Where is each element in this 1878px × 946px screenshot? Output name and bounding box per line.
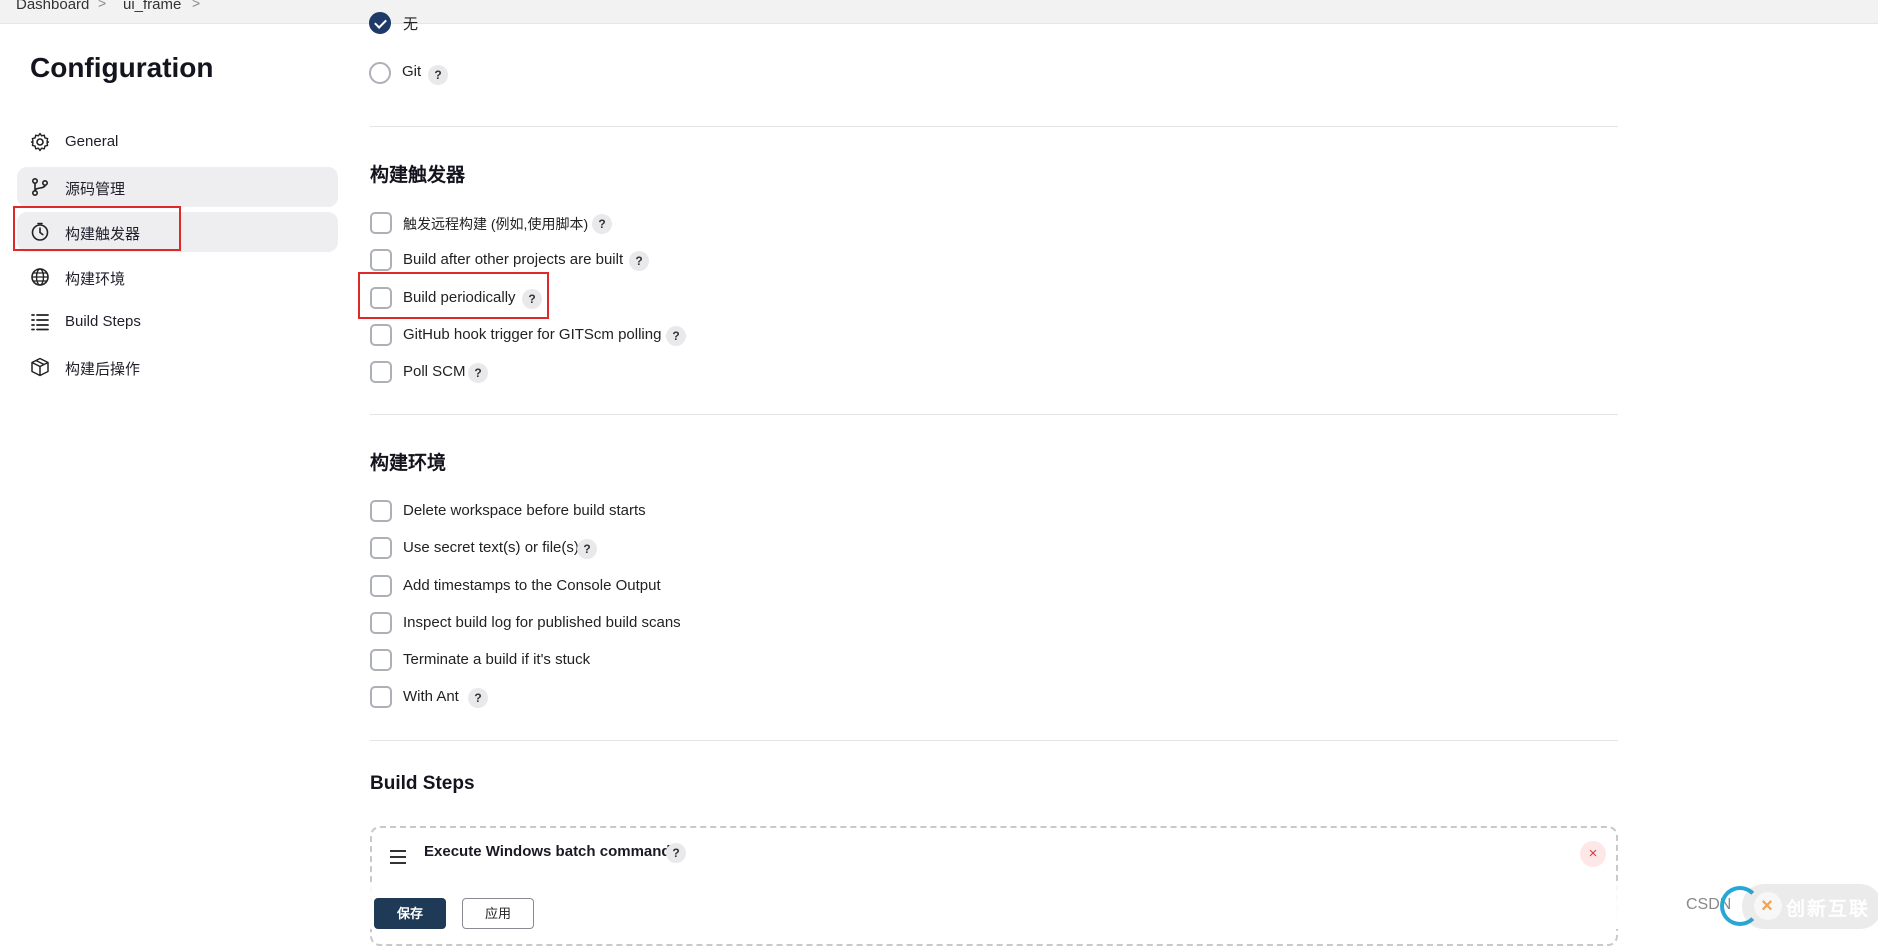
scm-option-label: Git	[402, 63, 422, 80]
drag-handle-icon[interactable]	[390, 850, 406, 868]
sidebar-item-triggers[interactable]: 构建触发器	[17, 212, 338, 252]
help-icon[interactable]: ?	[577, 539, 597, 559]
env-label: Delete workspace before build starts	[403, 502, 646, 519]
env-checkbox-delete-workspace[interactable]	[370, 500, 392, 522]
gear-icon	[30, 132, 50, 152]
env-checkbox-terminate-stuck[interactable]	[370, 649, 392, 671]
trigger-label: Poll SCM	[403, 363, 466, 380]
trigger-label: GitHub hook trigger for GITScm polling	[403, 326, 662, 343]
scm-option-label: 无	[403, 16, 419, 33]
sidebar-item-build-steps[interactable]: Build Steps	[17, 302, 338, 342]
watermark-brand-label: 创新互联	[1786, 899, 1871, 920]
env-checkbox-timestamps[interactable]	[370, 575, 392, 597]
help-icon[interactable]: ?	[468, 688, 488, 708]
env-label: With Ant	[403, 688, 459, 705]
env-checkbox-with-ant[interactable]	[370, 686, 392, 708]
globe-icon	[31, 268, 49, 286]
build-step-title: Execute Windows batch command	[424, 843, 671, 860]
section-title-triggers: 构建触发器	[370, 165, 466, 186]
save-button[interactable]: 保存	[374, 898, 446, 929]
sidebar-item-label: 构建触发器	[65, 226, 141, 243]
help-icon[interactable]: ?	[468, 363, 488, 383]
apply-button[interactable]: 应用	[462, 898, 534, 929]
env-checkbox-secret[interactable]	[370, 537, 392, 559]
trigger-checkbox-poll-scm[interactable]	[370, 361, 392, 383]
section-title-build-steps: Build Steps	[370, 773, 475, 794]
brand-mark-icon: ×	[1754, 892, 1782, 920]
breadcrumb: Dashboard > ui_frame >	[0, 0, 1878, 24]
help-icon[interactable]: ?	[592, 214, 612, 234]
list-icon	[31, 314, 49, 331]
env-label: Inspect build log for published build sc…	[403, 614, 681, 631]
section-divider	[370, 126, 1618, 127]
trigger-checkbox-periodically[interactable]	[370, 287, 392, 309]
sidebar-item-label: 构建后操作	[65, 361, 141, 378]
sidebar-item-post-build[interactable]: 构建后操作	[17, 347, 338, 387]
env-checkbox-inspect-log[interactable]	[370, 612, 392, 634]
help-icon[interactable]: ?	[428, 65, 448, 85]
sidebar-item-scm[interactable]: 源码管理	[17, 167, 338, 207]
scm-radio-none[interactable]	[369, 12, 391, 34]
sidebar-item-environment[interactable]: 构建环境	[17, 257, 338, 297]
trigger-label: Build periodically	[403, 289, 516, 306]
sidebar-item-label: 源码管理	[65, 181, 126, 198]
trigger-checkbox-remote[interactable]	[370, 212, 392, 234]
sidebar-item-label: General	[65, 133, 119, 150]
help-icon[interactable]: ?	[666, 843, 686, 863]
env-label: Add timestamps to the Console Output	[403, 577, 661, 594]
breadcrumb-item-dashboard[interactable]: Dashboard	[16, 0, 89, 13]
breadcrumb-separator: >	[98, 0, 107, 11]
trigger-label: 触发远程构建 (例如,使用脚本)	[403, 216, 589, 232]
sidebar-item-general[interactable]: General	[17, 122, 338, 162]
env-label: Terminate a build if it's stuck	[403, 651, 591, 668]
section-divider	[370, 414, 1618, 415]
watermark-brand: × 创新互联	[1742, 884, 1878, 929]
scm-radio-git[interactable]	[369, 62, 391, 84]
page-title: Configuration	[30, 52, 214, 83]
help-icon[interactable]: ?	[629, 251, 649, 271]
section-divider	[370, 740, 1618, 741]
bottom-action-bar	[0, 884, 1878, 929]
breadcrumb-item-job[interactable]: ui_frame	[123, 0, 181, 13]
clock-icon	[31, 222, 49, 241]
help-icon[interactable]: ?	[666, 326, 686, 346]
breadcrumb-separator: >	[192, 0, 201, 11]
sidebar-item-label: 构建环境	[65, 271, 126, 288]
branch-icon	[31, 177, 49, 197]
help-icon[interactable]: ?	[522, 289, 542, 309]
env-label: Use secret text(s) or file(s)	[403, 539, 579, 556]
trigger-checkbox-after-other[interactable]	[370, 249, 392, 271]
trigger-label: Build after other projects are built	[403, 251, 624, 268]
delete-step-button[interactable]: ×	[1580, 841, 1606, 867]
cube-icon	[31, 357, 49, 377]
trigger-checkbox-github-hook[interactable]	[370, 324, 392, 346]
section-title-environment: 构建环境	[370, 453, 447, 474]
sidebar-item-label: Build Steps	[65, 313, 141, 330]
